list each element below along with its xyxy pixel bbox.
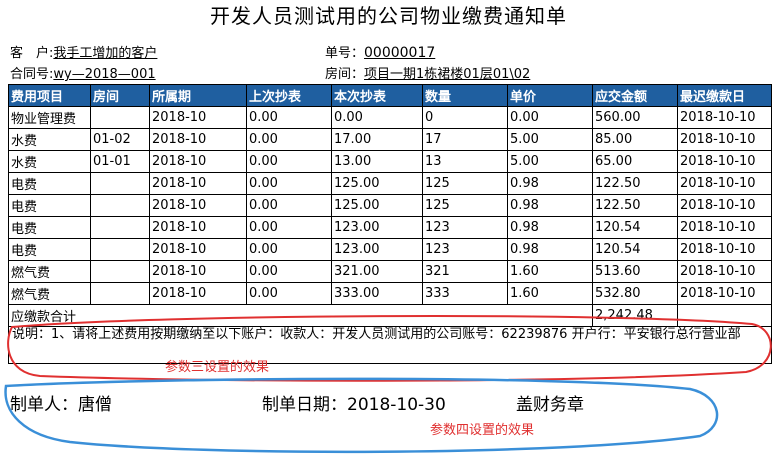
annotation-param3: 参数三设置的效果 [165,360,270,375]
blue-highlight-loop [4,377,719,454]
markup-overlay [4,315,772,454]
red-highlight-loop [7,315,772,382]
annotation-param4: 参数四设置的效果 [430,423,535,438]
